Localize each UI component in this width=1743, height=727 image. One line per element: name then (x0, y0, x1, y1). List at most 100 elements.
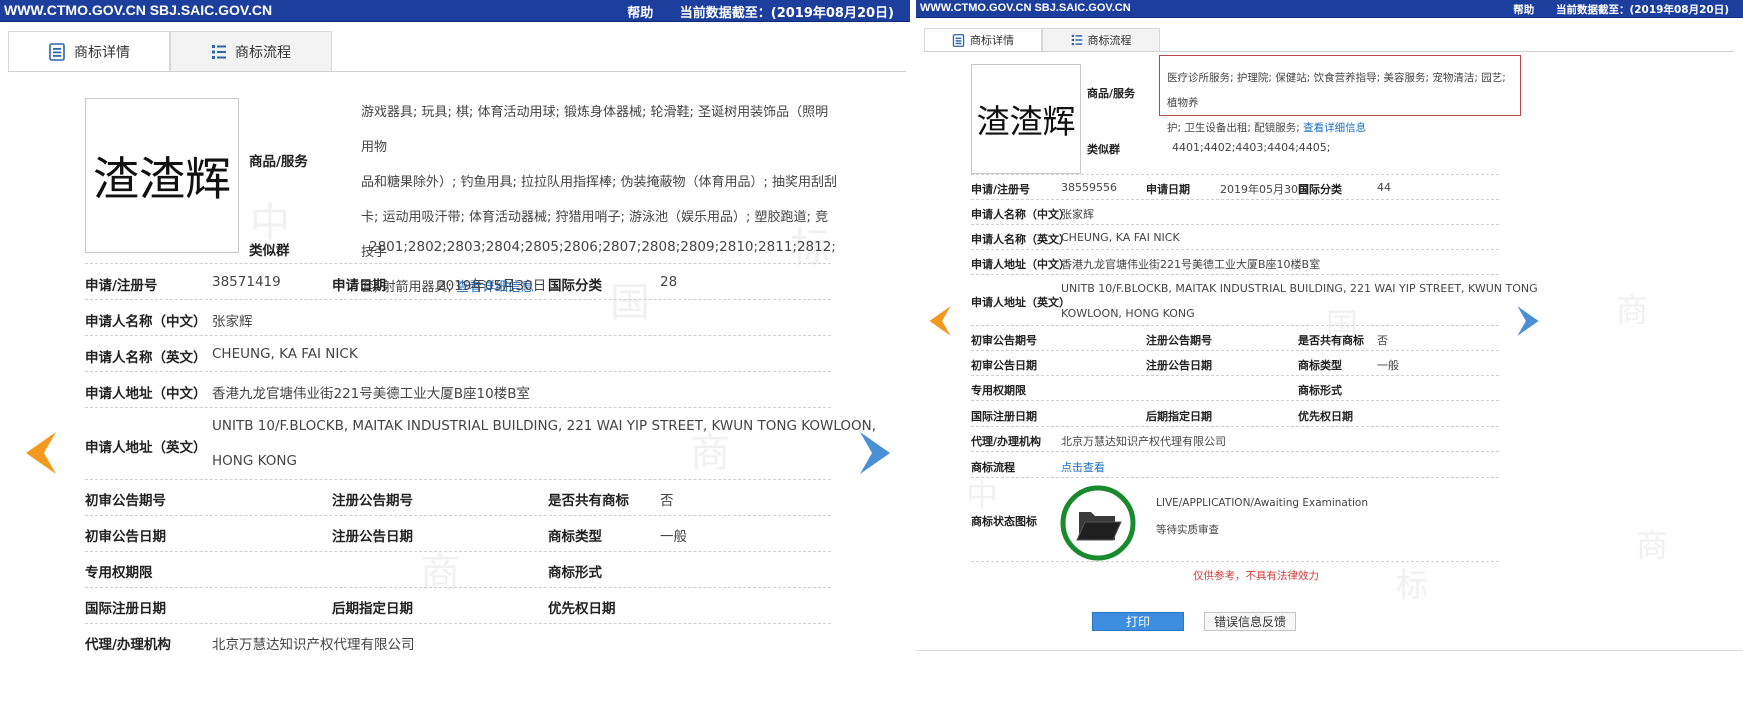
row-divider (85, 263, 831, 264)
agent-value: 北京万慧达知识产权代理有限公司 (1061, 435, 1226, 448)
mark-type-label: 商标类型 (1298, 359, 1342, 372)
data-date-text: 当前数据截至：(2019年08月20日) (1555, 4, 1729, 16)
prev-arrow-icon[interactable] (928, 304, 952, 338)
goods-line: 卡; 运动用吸汗带; 体育活动器械; 狩猎用哨子; 游泳池（娱乐用品）; 塑胶跑… (361, 210, 829, 260)
goods-label: 商品/服务 (249, 154, 308, 170)
status-en-text: LIVE/APPLICATION/Awaiting Examination (1156, 497, 1368, 509)
goods-label: 商品/服务 (1087, 87, 1136, 100)
flow-view-link[interactable]: 点击查看 (1061, 459, 1105, 475)
prev-arrow-icon[interactable] (24, 430, 58, 476)
reg-pub-no-label: 注册公告期号 (1146, 334, 1212, 347)
reg-no-label: 申请/注册号 (85, 278, 158, 294)
bottom-divider (916, 650, 1743, 651)
similar-group-value: 4401;4402;4403;4404;4405; (1172, 141, 1331, 154)
applicant-en-label: 申请人名称（英文） (85, 350, 207, 366)
apply-date-value: 2019年05月30日 (1220, 183, 1309, 196)
reg-pub-date-label: 注册公告日期 (1146, 359, 1212, 372)
row-divider (85, 587, 831, 588)
apply-date-value: 2019年05月30日 (437, 278, 547, 294)
intl-class-value: 28 (660, 274, 678, 290)
list-icon (212, 44, 226, 59)
document-icon (49, 42, 65, 61)
list-icon (1071, 34, 1082, 46)
shared-mark-value: 否 (1377, 334, 1388, 347)
goods-line: 品和糖果除外）; 钓鱼用具; 拉拉队用指挥棒; 伪装掩蔽物（体育用品）; 抽奖用… (361, 175, 838, 190)
mark-type-value: 一般 (660, 529, 687, 545)
row-divider (85, 335, 831, 336)
tab-trademark-detail[interactable]: 商标详情 (924, 28, 1042, 51)
left-screenshot-panel: WWW.CTMO.GOV.CN SBJ.SAIC.GOV.CN 帮助 当前数据截… (0, 0, 910, 727)
row-divider (971, 477, 1499, 478)
mark-type-value: 一般 (1377, 359, 1399, 372)
row-divider (971, 426, 1499, 427)
status-icon-label: 商标状态图标 (971, 515, 1037, 528)
prelim-no-label: 初审公告期号 (85, 493, 166, 509)
tab-trademark-flow[interactable]: 商标流程 (170, 31, 332, 71)
row-divider (971, 249, 1499, 250)
tab-detail-label: 商标详情 (970, 34, 1014, 47)
shared-mark-label: 是否共有商标 (548, 493, 629, 509)
reg-no-label: 申请/注册号 (971, 183, 1031, 196)
help-link[interactable]: 帮助 (1513, 4, 1534, 16)
tab-bar: 商标详情 商标流程 (8, 31, 906, 72)
row-divider (85, 515, 831, 516)
similar-group-label: 类似群 (249, 243, 290, 259)
similar-group-label: 类似群 (1087, 143, 1120, 156)
watermark-char: 标 (1396, 566, 1429, 604)
address-en-label: 申请人地址（英文） (85, 440, 207, 456)
prelim-date-label: 初审公告日期 (85, 529, 166, 545)
intl-class-value: 44 (1377, 181, 1391, 194)
mark-form-label: 商标形式 (1298, 384, 1342, 397)
prelim-date-label: 初审公告日期 (971, 359, 1037, 372)
row-divider (971, 350, 1499, 351)
agent-label: 代理/办理机构 (971, 435, 1042, 448)
applicant-en-label: 申请人名称（英文） (971, 233, 1070, 246)
view-details-link[interactable]: 查看详细信息 (1303, 122, 1366, 134)
row-divider (971, 400, 1499, 401)
row-divider (971, 224, 1499, 225)
help-link[interactable]: 帮助 (627, 6, 653, 21)
later-date-label: 后期指定日期 (1146, 410, 1212, 423)
address-en-line2: HONG KONG (212, 453, 297, 469)
intl-reg-date-label: 国际注册日期 (85, 601, 166, 617)
address-cn-label: 申请人地址（中文） (971, 258, 1070, 271)
row-divider (971, 325, 1499, 326)
tab-bar: 商标详情 商标流程 (924, 28, 1734, 52)
row-divider (85, 479, 831, 480)
address-en-label: 申请人地址（英文） (971, 296, 1070, 309)
tab-trademark-flow[interactable]: 商标流程 (1042, 28, 1160, 51)
goods-line: 游戏器具; 玩具; 棋; 体育活动用球; 锻炼身体器械; 轮滑鞋; 圣诞树用装饰… (361, 105, 829, 155)
mark-form-label: 商标形式 (548, 565, 602, 581)
top-header-bar: WWW.CTMO.GOV.CN SBJ.SAIC.GOV.CN 帮助 当前数据截… (916, 0, 1743, 18)
tab-trademark-detail[interactable]: 商标详情 (8, 31, 170, 71)
address-cn-label: 申请人地址（中文） (85, 386, 207, 402)
applicant-cn-value: 张家辉 (1061, 208, 1094, 221)
error-feedback-button[interactable]: 错误信息反馈 (1204, 612, 1296, 631)
prelim-no-label: 初审公告期号 (971, 334, 1037, 347)
next-arrow-icon[interactable] (1516, 304, 1540, 338)
row-divider (85, 371, 831, 372)
goods-services-text: 医疗诊所服务; 护理院; 保健站; 饮食营养指导; 美容服务; 宠物清洁; 园艺… (1167, 66, 1517, 141)
trademark-text: 渣渣辉 (93, 151, 231, 206)
apply-date-label: 申请日期 (1146, 183, 1190, 196)
reg-pub-date-label: 注册公告日期 (332, 529, 413, 545)
row-divider (971, 274, 1499, 275)
mark-type-label: 商标类型 (548, 529, 602, 545)
print-button[interactable]: 打印 (1092, 612, 1184, 631)
next-arrow-icon[interactable] (858, 430, 892, 476)
address-en-line1: UNITB 10/F.BLOCKB, MAITAK INDUSTRIAL BUI… (1061, 282, 1538, 295)
reg-pub-no-label: 注册公告期号 (332, 493, 413, 509)
apply-date-label: 申请日期 (332, 278, 386, 294)
site-domains: WWW.CTMO.GOV.CN SBJ.SAIC.GOV.CN (4, 2, 273, 18)
reg-no-value: 38571419 (212, 274, 281, 290)
status-cn-text: 等待实质审查 (1156, 524, 1219, 536)
row-divider (971, 375, 1499, 376)
priority-date-label: 优先权日期 (548, 601, 616, 617)
top-header-bar: WWW.CTMO.GOV.CN SBJ.SAIC.GOV.CN 帮助 当前数据截… (0, 0, 910, 22)
disclaimer-text: 仅供参考，不具有法律效力 (1193, 570, 1319, 582)
agent-label: 代理/办理机构 (85, 637, 171, 653)
row-divider (85, 551, 831, 552)
row-divider (971, 561, 1499, 562)
document-icon (952, 33, 965, 47)
address-cn-value: 香港九龙官塘伟业街221号美德工业大厦B座10楼B室 (212, 386, 530, 402)
